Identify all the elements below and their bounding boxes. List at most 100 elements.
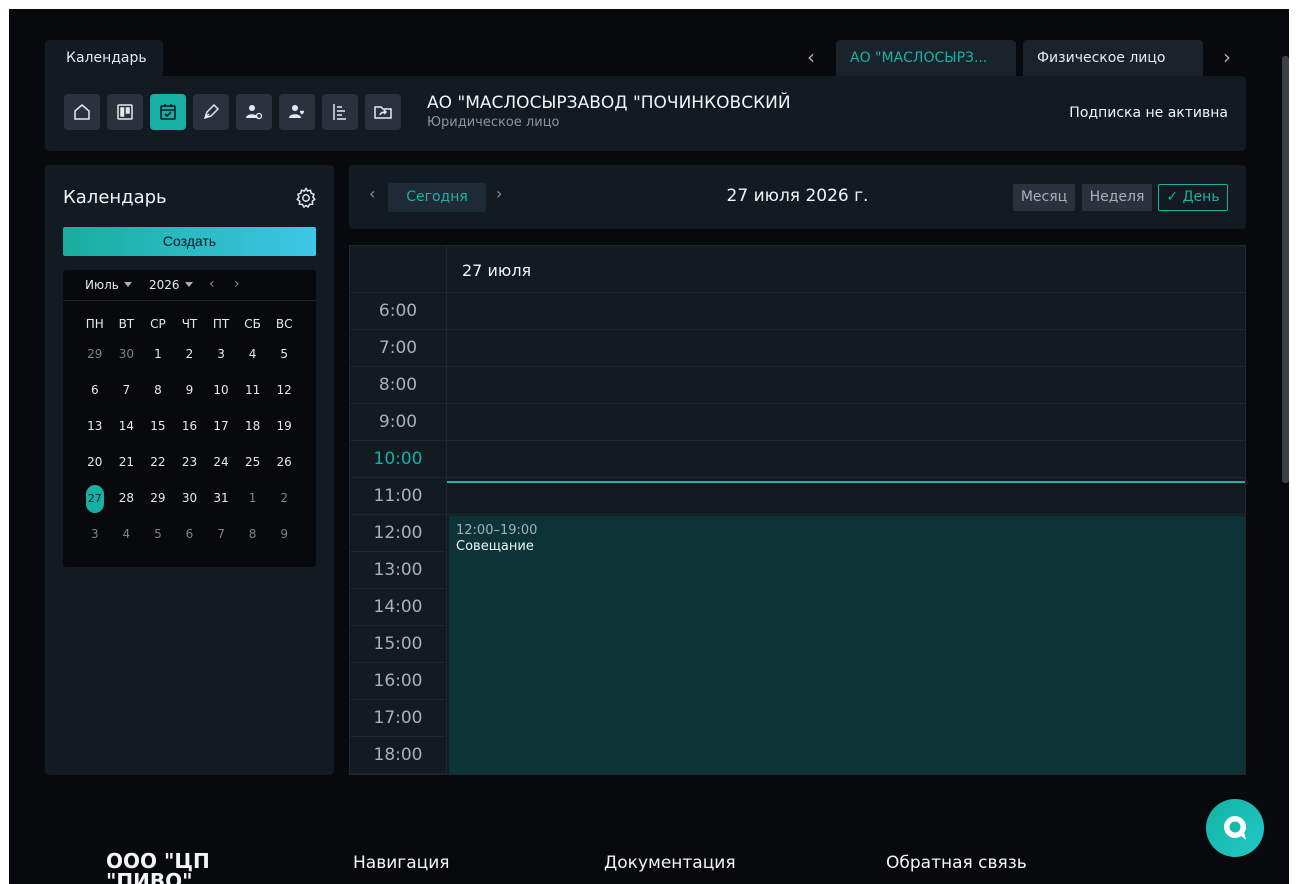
- hour-slot[interactable]: [447, 478, 1245, 515]
- kanban-button[interactable]: [107, 94, 143, 130]
- day-cell[interactable]: 12: [268, 378, 300, 402]
- day-cell[interactable]: 11: [237, 378, 269, 402]
- weekday-label: ПН: [85, 317, 104, 331]
- hour-label: 6:00: [350, 293, 447, 330]
- month-value: Июль: [85, 278, 119, 292]
- chevron-down-icon: [123, 282, 132, 287]
- selected-day-value: 27: [85, 485, 104, 513]
- day-cell[interactable]: 13: [79, 414, 111, 438]
- day-cell[interactable]: 14: [111, 414, 143, 438]
- tabs-prev-icon[interactable]: ‹: [799, 46, 823, 70]
- tab-client-org[interactable]: АО "МАСЛОСЫРЗ...: [836, 40, 1016, 76]
- structure-button[interactable]: [322, 94, 358, 130]
- hour-label: 16:00: [350, 663, 447, 700]
- calendar-check-icon: [160, 104, 176, 120]
- calendar-event[interactable]: 12:00–19:00 Совещание: [449, 516, 1245, 774]
- day-cell[interactable]: 1: [237, 486, 269, 510]
- tree-list-icon: [333, 104, 346, 120]
- calendar-button[interactable]: [150, 94, 186, 130]
- day-cell[interactable]: 8: [142, 378, 174, 402]
- grid-corner: [350, 246, 447, 293]
- day-cell[interactable]: 3: [79, 522, 111, 546]
- prev-month-icon[interactable]: ‹: [209, 276, 215, 292]
- home-icon: [74, 104, 90, 120]
- user-settings-button[interactable]: [236, 94, 272, 130]
- folder-share-icon: [374, 106, 392, 119]
- day-cell[interactable]: 5: [268, 342, 300, 366]
- hour-slot[interactable]: [447, 330, 1245, 367]
- day-cell[interactable]: 28: [111, 486, 143, 510]
- check-icon: ✓: [1166, 189, 1183, 205]
- folder-share-button[interactable]: [365, 94, 401, 130]
- weekday-label: СР: [150, 317, 166, 331]
- day-cell[interactable]: 9: [174, 378, 206, 402]
- hour-label: 7:00: [350, 330, 447, 367]
- day-cell[interactable]: 1: [142, 342, 174, 366]
- home-button[interactable]: [64, 94, 100, 130]
- day-cell[interactable]: 25: [237, 450, 269, 474]
- day-cell[interactable]: 30: [111, 342, 143, 366]
- day-cell[interactable]: 10: [205, 378, 237, 402]
- page-scrollbar[interactable]: [1282, 56, 1289, 483]
- weekday-header: ПН ВТ СР ЧТ ПТ СБ ВС: [79, 317, 300, 331]
- hour-label: 18:00: [350, 737, 447, 774]
- hour-slot[interactable]: [447, 293, 1245, 330]
- day-cell[interactable]: 31: [205, 486, 237, 510]
- day-cell[interactable]: 29: [79, 342, 111, 366]
- gear-icon[interactable]: [294, 186, 318, 210]
- hour-slot[interactable]: [447, 441, 1245, 478]
- day-cell[interactable]: 2: [174, 342, 206, 366]
- day-column-header: 27 июля: [447, 246, 1245, 293]
- calendar-header: ‹ Сегодня › 27 июля 2026 г. Месяц Неделя…: [349, 165, 1246, 229]
- day-cell[interactable]: 7: [111, 378, 143, 402]
- subscription-status: Подписка не активна: [1069, 105, 1228, 121]
- sign-button[interactable]: [193, 94, 229, 130]
- day-cell[interactable]: 6: [174, 522, 206, 546]
- weekday-label: ПТ: [212, 317, 230, 331]
- user-settings-icon: [246, 105, 263, 120]
- day-cell[interactable]: 4: [237, 342, 269, 366]
- hour-label: 8:00: [350, 367, 447, 404]
- day-cell[interactable]: 23: [174, 450, 206, 474]
- chat-button[interactable]: [1206, 799, 1264, 857]
- weekday-label: ВТ: [118, 317, 135, 331]
- tabs-next-icon[interactable]: ›: [1215, 46, 1239, 70]
- tab-client-person[interactable]: Физическое лицо: [1023, 40, 1203, 76]
- day-cell[interactable]: 18: [237, 414, 269, 438]
- day-cell-selected[interactable]: 27: [79, 485, 111, 513]
- create-button[interactable]: Создать: [63, 227, 316, 256]
- day-cell[interactable]: 15: [142, 414, 174, 438]
- day-cell[interactable]: 5: [142, 522, 174, 546]
- hour-label: 11:00: [350, 478, 447, 515]
- day-cell[interactable]: 21: [111, 450, 143, 474]
- day-cell[interactable]: 16: [174, 414, 206, 438]
- day-cell[interactable]: 22: [142, 450, 174, 474]
- day-cell[interactable]: 17: [205, 414, 237, 438]
- day-cell[interactable]: 24: [205, 450, 237, 474]
- day-cell[interactable]: 20: [79, 450, 111, 474]
- day-cell[interactable]: 30: [174, 486, 206, 510]
- day-cell[interactable]: 2: [268, 486, 300, 510]
- day-cell[interactable]: 8: [237, 522, 269, 546]
- view-day-button[interactable]: ✓ День: [1158, 184, 1228, 211]
- year-select[interactable]: 2026: [149, 278, 193, 292]
- view-week-button[interactable]: Неделя: [1082, 184, 1152, 211]
- month-select[interactable]: Июль: [85, 278, 132, 292]
- day-cell[interactable]: 4: [111, 522, 143, 546]
- day-cell[interactable]: 7: [205, 522, 237, 546]
- day-cell[interactable]: 26: [268, 450, 300, 474]
- hour-label: 13:00: [350, 552, 447, 589]
- day-cell[interactable]: 3: [205, 342, 237, 366]
- weekday-label: ВС: [275, 317, 293, 331]
- day-cell[interactable]: 6: [79, 378, 111, 402]
- day-cell[interactable]: 9: [268, 522, 300, 546]
- hour-slot[interactable]: [447, 367, 1245, 404]
- day-cell[interactable]: 29: [142, 486, 174, 510]
- day-view-grid: 27 июля 6:00 7:00 8:00 9:00 10:00 11:00 …: [349, 245, 1246, 775]
- tab-calendar[interactable]: Календарь: [45, 40, 163, 76]
- next-month-icon[interactable]: ›: [234, 276, 240, 292]
- day-cell[interactable]: 19: [268, 414, 300, 438]
- user-heart-button[interactable]: [279, 94, 315, 130]
- view-month-button[interactable]: Месяц: [1013, 184, 1075, 211]
- hour-slot[interactable]: [447, 404, 1245, 441]
